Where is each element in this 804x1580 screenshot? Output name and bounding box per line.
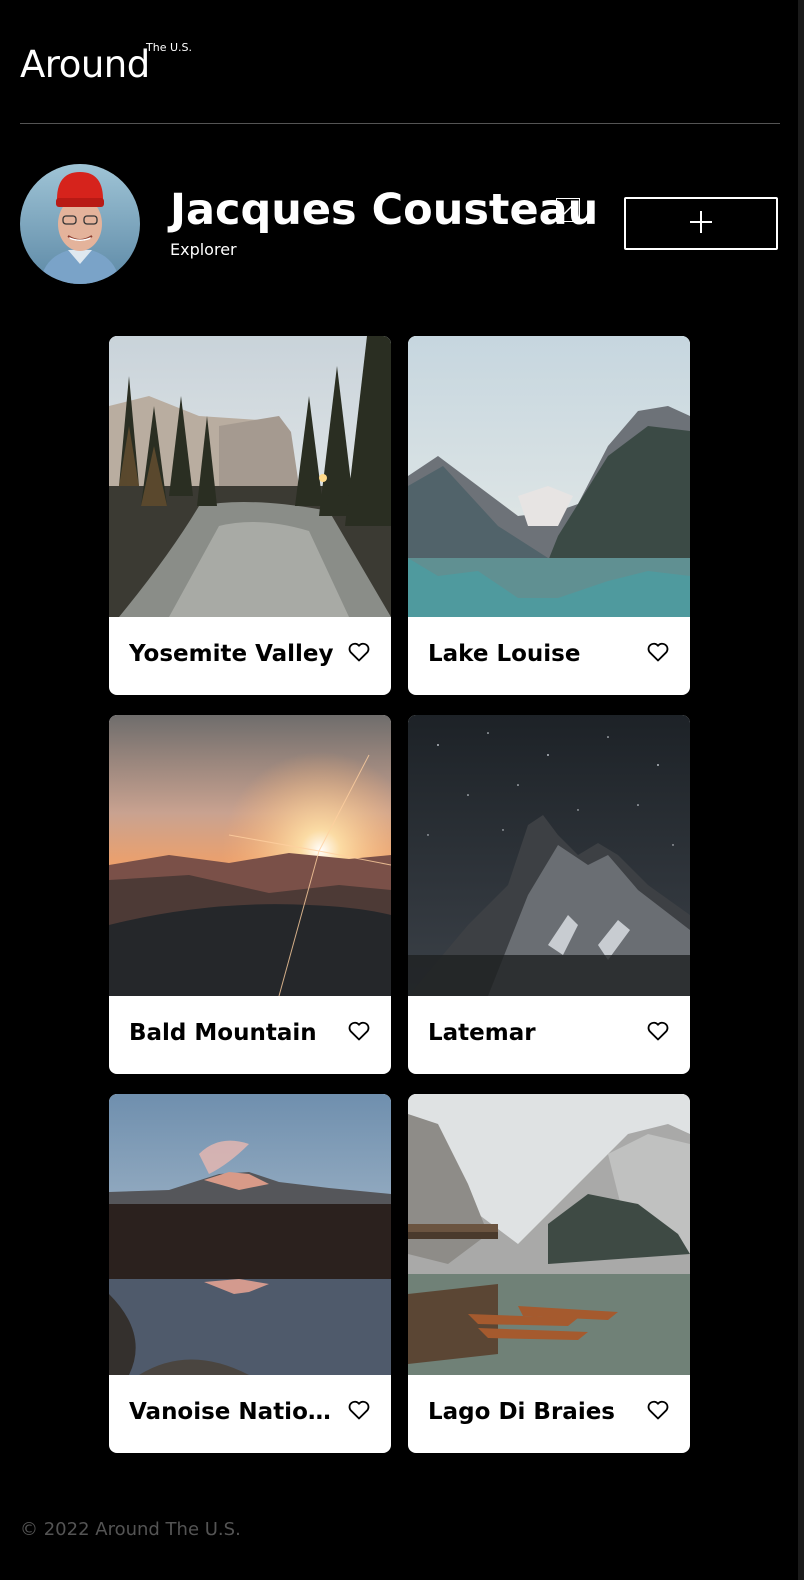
- card-image[interactable]: [408, 715, 690, 996]
- logo: Around: [20, 43, 150, 86]
- scrollbar[interactable]: [798, 0, 804, 1580]
- like-button[interactable]: [347, 1021, 371, 1045]
- card: Vanoise National Park: [109, 1094, 391, 1453]
- card: Lago Di Braies: [408, 1094, 690, 1453]
- heart-outline-icon: [647, 1021, 669, 1045]
- card-title: Bald Mountain: [129, 1020, 317, 1046]
- like-button[interactable]: [347, 642, 371, 666]
- profile-name: Jacques Cousteau: [170, 185, 599, 235]
- card-title: Vanoise National Park: [129, 1399, 345, 1425]
- like-button[interactable]: [646, 1021, 670, 1045]
- card-image[interactable]: [109, 336, 391, 617]
- card-title: Lago Di Braies: [428, 1399, 615, 1425]
- edit-profile-button[interactable]: [556, 198, 580, 222]
- cards-grid: Yosemite Valley Lake Louise Bald Mountai…: [109, 336, 691, 1453]
- heart-outline-icon: [348, 642, 370, 666]
- pencil-icon: [562, 201, 574, 220]
- card-title: Lake Louise: [428, 641, 581, 667]
- profile: Jacques Cousteau Explorer: [20, 164, 784, 284]
- card-image[interactable]: [408, 1094, 690, 1375]
- footer: © 2022 Around The U.S.: [20, 1519, 241, 1540]
- card-image[interactable]: [408, 336, 690, 617]
- header-divider: [20, 123, 780, 124]
- like-button[interactable]: [646, 642, 670, 666]
- heart-outline-icon: [348, 1021, 370, 1045]
- profile-about: Explorer: [170, 240, 237, 259]
- heart-outline-icon: [348, 1400, 370, 1424]
- add-card-button[interactable]: [624, 197, 778, 250]
- card-title: Yosemite Valley: [129, 641, 334, 667]
- card: Latemar: [408, 715, 690, 1074]
- card: Bald Mountain: [109, 715, 391, 1074]
- header: Around The U.S.: [20, 40, 780, 124]
- plus-icon: [689, 210, 713, 238]
- avatar[interactable]: [20, 164, 140, 284]
- logo-superscript: The U.S.: [146, 41, 192, 54]
- card: Yosemite Valley: [109, 336, 391, 695]
- heart-outline-icon: [647, 642, 669, 666]
- card: Lake Louise: [408, 336, 690, 695]
- like-button[interactable]: [347, 1400, 371, 1424]
- card-image[interactable]: [109, 715, 391, 996]
- card-title: Latemar: [428, 1020, 536, 1046]
- card-image[interactable]: [109, 1094, 391, 1375]
- heart-outline-icon: [647, 1400, 669, 1424]
- like-button[interactable]: [646, 1400, 670, 1424]
